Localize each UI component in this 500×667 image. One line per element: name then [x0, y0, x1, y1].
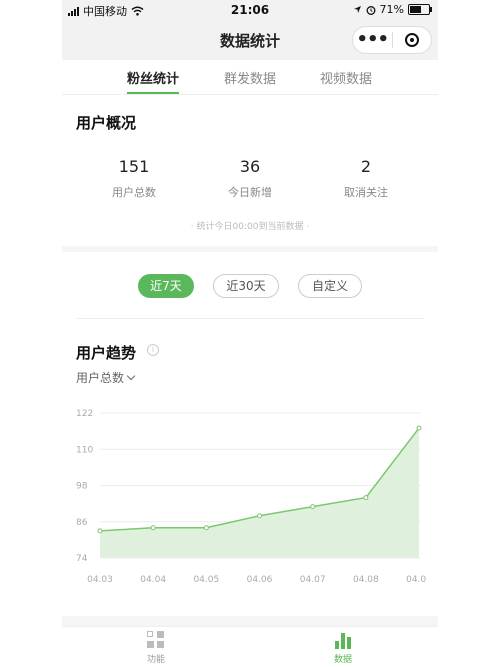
chevron-down-icon: [126, 371, 136, 381]
section-gap: [62, 246, 438, 252]
data-point: [310, 504, 316, 510]
bar-chart-icon: [334, 631, 352, 649]
tab-video[interactable]: 视频数据: [320, 68, 372, 87]
data-point: [257, 513, 262, 519]
phone-screen: 中国移动 21:06 71% 数据统计 ••• 粉丝统计 群发数据 视频数据 用…: [62, 0, 438, 667]
status-bar: 中国移动 21:06 71%: [62, 0, 438, 20]
data-point: [97, 528, 103, 534]
stat-total-users: 151 用户总数: [79, 157, 189, 200]
range-custom-button[interactable]: 自定义: [298, 274, 362, 298]
x-tick-label: 04.07: [300, 575, 326, 585]
bottom-tab-bar: 功能 数据: [62, 626, 438, 667]
tab-active-indicator: [127, 92, 179, 94]
data-point: [203, 525, 209, 531]
stat-new-today: 36 今日新增: [195, 157, 305, 200]
tab-fans[interactable]: 粉丝统计: [127, 68, 179, 87]
trend-title: 用户趋势: [76, 344, 137, 362]
x-tick-label: 04.06: [247, 575, 273, 585]
tabbar-item-data[interactable]: 数据: [303, 631, 383, 665]
alarm-icon: [366, 5, 375, 15]
metric-dropdown-label: 用户总数: [76, 371, 125, 385]
info-icon[interactable]: i: [147, 344, 159, 356]
section-gap: [62, 616, 438, 626]
stat-value: 36: [239, 157, 261, 176]
y-tick-label: 122: [76, 409, 93, 419]
stat-label: 用户总数: [112, 186, 156, 199]
stats-note: · 统计今日00:00到当前数据 ·: [190, 222, 310, 232]
series-area: [100, 428, 419, 558]
mini-program-capsule: •••: [352, 26, 432, 54]
tab-broadcast[interactable]: 群发数据: [224, 68, 276, 87]
stat-unfollow: 2 取消关注: [311, 157, 421, 200]
metric-dropdown[interactable]: 用户总数: [76, 369, 136, 386]
x-tick-label: 04.03: [87, 575, 113, 585]
tabbar-label: 数据: [333, 655, 352, 665]
nav-bar: 数据统计 •••: [62, 20, 438, 60]
x-tick-label: 04.04: [140, 575, 166, 585]
battery-icon: [408, 4, 432, 15]
data-point: [416, 425, 422, 431]
data-point: [150, 525, 156, 531]
stat-value: 151: [118, 157, 150, 176]
x-tick-label: 04.05: [193, 575, 219, 585]
y-tick-label: 110: [76, 445, 93, 455]
data-point: [363, 495, 369, 501]
y-tick-label: 86: [76, 518, 88, 528]
stats-tabs: 粉丝统计 群发数据 视频数据: [62, 60, 438, 95]
x-tick-label: 04.09: [406, 575, 426, 585]
range-30-days-button[interactable]: 近30天: [213, 274, 279, 298]
location-icon: [353, 6, 361, 13]
battery-percent: 71%: [379, 3, 404, 16]
stat-label: 取消关注: [344, 186, 388, 199]
overview-title: 用户概况: [76, 114, 137, 132]
grid-icon: [147, 631, 165, 649]
stat-value: 2: [360, 157, 372, 176]
x-tick-label: 04.08: [353, 575, 379, 585]
range-7-days-button[interactable]: 近7天: [138, 274, 194, 298]
divider: [76, 318, 424, 319]
tabbar-item-features[interactable]: 功能: [116, 631, 196, 665]
more-dots-icon[interactable]: •••: [353, 30, 392, 50]
user-trend-chart: 122 110 98 86 74 04.03 04.04 04.05 04.06 04.07 04.…: [76, 409, 426, 585]
y-tick-label: 98: [76, 482, 88, 492]
y-tick-label: 74: [76, 554, 88, 564]
close-target-icon[interactable]: [393, 33, 432, 47]
stat-label: 今日新增: [228, 186, 272, 199]
tabbar-label: 功能: [146, 655, 165, 665]
